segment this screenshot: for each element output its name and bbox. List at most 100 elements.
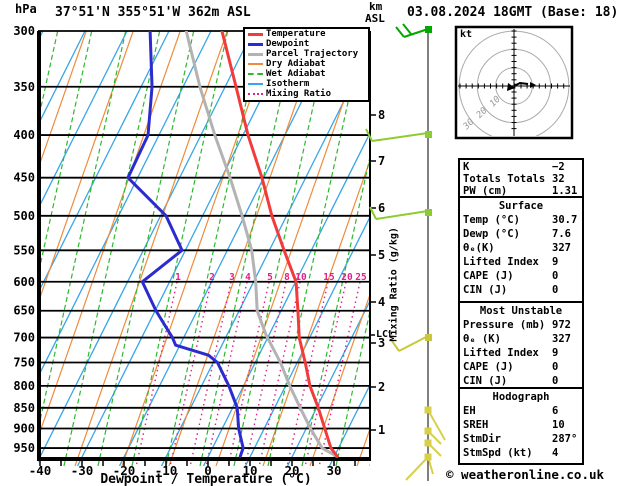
index-label: SREH xyxy=(463,419,489,431)
hodograph-header: Hodograph xyxy=(492,391,550,403)
legend-swatch-solid xyxy=(248,32,263,36)
height-tick-label: 8 xyxy=(378,108,385,122)
height-tick-label: 1 xyxy=(378,423,385,437)
index-label: θₑ(K) xyxy=(463,242,495,254)
index-label: CAPE (J) xyxy=(463,270,514,282)
y-axis-line xyxy=(37,31,41,461)
legend-item: Isotherm xyxy=(245,79,368,89)
mixing-ratio-axis-label: Mixing Ratio (g/kg) xyxy=(388,227,400,342)
legend-swatch-dotted xyxy=(248,93,263,95)
dry-adiabat-line xyxy=(38,31,181,440)
legend-label: Wet Adiabat xyxy=(266,68,326,79)
legend-item: Temperature xyxy=(245,29,368,39)
index-value: 0 xyxy=(552,284,559,296)
legend-label: Parcel Trajectory xyxy=(266,48,359,59)
index-label: Totals Totals xyxy=(463,173,546,185)
chart-element xyxy=(398,335,429,352)
station-title: 37°51'N 355°51'W 362m ASL xyxy=(55,5,251,20)
index-row: EH 6 xyxy=(463,404,579,418)
pressure-tick-label: 300 xyxy=(13,24,35,38)
index-label: EH xyxy=(463,405,476,417)
legend-swatch-solid xyxy=(248,63,263,65)
legend-swatch-solid xyxy=(248,52,263,56)
chart-element xyxy=(405,456,429,481)
index-row: SREH 10 xyxy=(463,418,579,432)
legend-label: Mixing Ratio xyxy=(266,88,332,99)
skewt-screen: 1 2 3 4 5 8 10 15 20 25 300 350 400 450 500 550 600 650 70… xyxy=(0,0,629,486)
index-label: CIN (J) xyxy=(463,375,508,387)
wind-barb-icon xyxy=(395,23,432,38)
index-label: Lifted Index xyxy=(463,347,539,359)
index-row: StmDir 287° xyxy=(463,432,579,446)
index-value: 287° xyxy=(552,433,578,445)
index-row: Dewp (°C) 7.6 xyxy=(463,227,579,241)
legend-label: Isotherm xyxy=(266,78,310,89)
x-axis-line xyxy=(37,457,371,461)
index-value: 9 xyxy=(552,256,559,268)
index-label: Dewp (°C) xyxy=(463,228,520,240)
height-tick-label: 5 xyxy=(378,248,385,262)
legend-label: Dry Adiabat xyxy=(266,58,326,69)
index-row: Temp (°C) 30.7 xyxy=(463,213,579,227)
legend-label: Dewpoint xyxy=(266,38,310,49)
index-value: 32 xyxy=(552,173,565,185)
index-row: Lifted Index 9 xyxy=(463,346,579,360)
pressure-tick-label: 700 xyxy=(13,331,35,345)
index-row: Lifted Index 9 xyxy=(463,255,579,269)
index-row: Totals Totals 32 xyxy=(463,173,579,185)
indices-box-surface: Surface Temp (°C) 30.7 Dewp (°C) 7.6 θₑ(K) 32… xyxy=(458,196,584,303)
height-unit-asl: ASL xyxy=(365,12,385,25)
legend-swatch-solid xyxy=(248,83,263,85)
index-value: 30.7 xyxy=(552,214,578,226)
index-label: StmSpd (kt) xyxy=(463,447,533,459)
surface-header: Surface xyxy=(498,200,544,212)
chart-element xyxy=(427,409,446,441)
height-tick-label: 6 xyxy=(378,201,385,215)
indices-box-most-unstable: Most Unstable Pressure (mb) 972 θₑ (K) 327 L… xyxy=(458,301,584,389)
chart-element xyxy=(402,23,412,35)
run-datetime: 03.08.2024 18GMT (Base: 18) xyxy=(407,5,619,20)
index-row: StmSpd (kt) 4 xyxy=(463,446,579,460)
index-value: 4 xyxy=(552,447,559,459)
height-tick-label: 4 xyxy=(378,295,385,309)
pressure-tick-label: 450 xyxy=(13,171,35,185)
legend-label: Temperature xyxy=(266,28,326,39)
lcl-label: LCL xyxy=(376,329,395,340)
pressure-tick-label: 400 xyxy=(13,128,35,142)
pressure-tick-label: 500 xyxy=(13,209,35,223)
mixing-ratio-line xyxy=(189,281,232,466)
indices-box-hodograph: Hodograph EH 6 SREH 10 StmDir 287° StmSpd (kt)… xyxy=(458,387,584,465)
pressure-tick-label: 550 xyxy=(13,243,35,257)
index-value: 7.6 xyxy=(552,228,571,240)
index-label: K xyxy=(463,161,470,173)
index-value: 10 xyxy=(552,419,565,431)
index-label: Lifted Index xyxy=(463,256,539,268)
pressure-tick-label: 850 xyxy=(13,401,35,415)
pressure-tick-label: 350 xyxy=(13,80,35,94)
legend-item: Mixing Ratio xyxy=(245,89,368,99)
index-value: 0 xyxy=(552,270,559,282)
index-value: 0 xyxy=(552,375,559,387)
pressure-tick-label: 800 xyxy=(13,379,35,393)
chart-element xyxy=(395,26,405,38)
mixing-ratio-line xyxy=(318,281,361,466)
index-label: Pressure (mb) xyxy=(463,319,546,331)
height-tick-label: 7 xyxy=(378,154,385,168)
pressure-tick-label: 600 xyxy=(13,275,35,289)
legend-swatch-dashed xyxy=(248,73,263,75)
index-label: StmDir xyxy=(463,433,501,445)
chart-element xyxy=(371,132,429,142)
index-row: CAPE (J) 0 xyxy=(463,269,579,283)
legend-item: Parcel Trajectory xyxy=(245,49,368,59)
most-unstable-header: Most Unstable xyxy=(479,305,563,317)
pressure-tick-label: 750 xyxy=(13,356,35,370)
index-row: CIN (J) 0 xyxy=(463,374,579,388)
index-row: CIN (J) 0 xyxy=(463,283,579,297)
index-value: 6 xyxy=(552,405,559,417)
index-value: 327 xyxy=(552,333,571,345)
index-label: Temp (°C) xyxy=(463,214,520,226)
isotherm-line xyxy=(0,31,1,466)
index-value: −2 xyxy=(552,161,565,173)
pressure-unit-label: hPa xyxy=(15,2,37,16)
index-label: CAPE (J) xyxy=(463,361,514,373)
